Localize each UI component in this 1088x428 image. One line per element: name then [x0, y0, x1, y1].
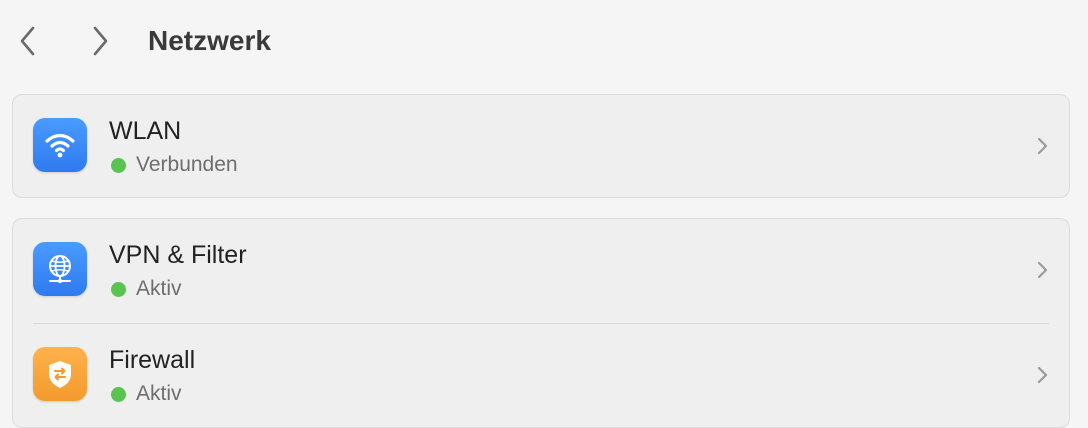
status-dot-icon: [111, 281, 126, 297]
row-title: WLAN: [109, 117, 182, 145]
wifi-icon: [33, 118, 87, 172]
chevron-left-icon: [20, 26, 35, 56]
back-button[interactable]: [14, 24, 42, 58]
status-dot-icon: [111, 157, 126, 173]
row-status: Aktiv: [109, 275, 182, 303]
status-label: Verbunden: [136, 153, 238, 176]
chevron-right-icon: [1035, 135, 1049, 157]
settings-group-security: VPN & Filter Aktiv Firewall Aktiv: [12, 218, 1070, 428]
row-status: Verbunden: [109, 151, 238, 179]
page-title: Netzwerk: [148, 25, 271, 56]
chevron-right-icon: [93, 26, 108, 56]
shield-icon: [33, 347, 87, 401]
status-label: Aktiv: [136, 382, 182, 405]
chevron-right-icon: [1035, 259, 1049, 281]
chevron-right-icon: [1035, 364, 1049, 386]
row-title: Firewall: [109, 346, 196, 374]
status-dot-icon: [111, 386, 126, 402]
settings-group-wlan: WLAN Verbunden: [12, 94, 1070, 198]
status-label: Aktiv: [136, 277, 182, 300]
row-status: Aktiv: [109, 380, 182, 408]
list-item-vpn-filter[interactable]: VPN & Filter Aktiv: [13, 219, 1069, 323]
list-item-firewall[interactable]: Firewall Aktiv: [13, 324, 1069, 428]
globe-network-icon: [33, 242, 87, 296]
list-item-wlan[interactable]: WLAN Verbunden: [13, 95, 1069, 199]
toolbar: Netzwerk: [0, 0, 1088, 82]
forward-button[interactable]: [86, 24, 114, 58]
row-title: VPN & Filter: [109, 241, 247, 269]
